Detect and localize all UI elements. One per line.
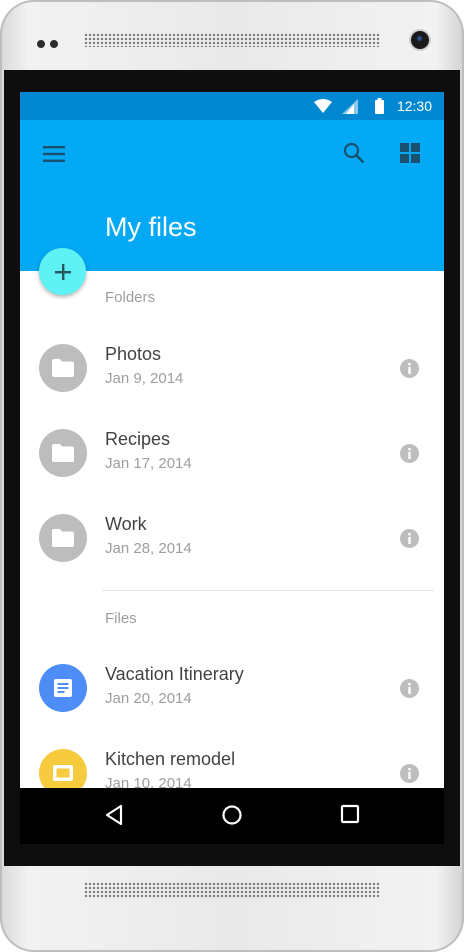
info-icon — [408, 768, 411, 779]
folder-name: Photos — [105, 344, 162, 364]
folder-icon — [52, 529, 74, 547]
info-icon — [408, 363, 411, 374]
front-camera — [411, 31, 429, 49]
folder-name: Recipes — [105, 429, 171, 449]
page-title: My files — [105, 212, 197, 242]
info-button[interactable] — [400, 679, 419, 698]
home-icon[interactable] — [221, 804, 243, 826]
section-divider — [102, 590, 434, 591]
menu-icon[interactable] — [42, 145, 66, 163]
file-avatar — [39, 749, 87, 788]
file-avatar — [39, 664, 87, 712]
info-icon — [408, 683, 411, 694]
sensor-dot — [50, 40, 58, 48]
slides-icon — [53, 765, 73, 781]
folder-date: Jan 17, 2014 — [105, 455, 192, 472]
folder-date: Jan 9, 2014 — [105, 370, 184, 387]
folder-icon — [52, 444, 74, 462]
document-icon — [54, 679, 72, 697]
plus-icon — [54, 263, 71, 280]
bottom-speaker — [84, 882, 380, 898]
wifi-icon — [314, 99, 332, 113]
folder-date: Jan 28, 2014 — [105, 540, 192, 557]
back-icon[interactable] — [104, 804, 124, 826]
folder-avatar — [39, 514, 87, 562]
info-button[interactable] — [400, 359, 419, 378]
file-row[interactable]: Vacation Itinerary Jan 20, 2014 — [20, 650, 444, 734]
folder-row[interactable]: Recipes Jan 17, 2014 — [20, 415, 444, 499]
recents-icon[interactable] — [340, 804, 360, 824]
folder-row[interactable]: Work Jan 28, 2014 — [20, 500, 444, 584]
status-time: 12:30 — [396, 98, 432, 114]
folder-icon — [52, 359, 74, 377]
file-row[interactable]: Kitchen remodel Jan 10, 2014 — [20, 735, 444, 788]
info-button[interactable] — [400, 764, 419, 783]
info-button[interactable] — [400, 529, 419, 548]
battery-icon — [375, 98, 384, 114]
file-name: Vacation Itinerary — [105, 664, 244, 684]
app-bar: My files — [20, 120, 444, 271]
file-date: Jan 20, 2014 — [105, 690, 192, 707]
sensor-dot — [37, 40, 45, 48]
folder-avatar — [39, 344, 87, 392]
navigation-bar — [20, 788, 444, 844]
status-bar: 12:30 — [20, 92, 444, 120]
info-button[interactable] — [400, 444, 419, 463]
grid-view-icon[interactable] — [399, 142, 421, 164]
folders-section-label: Folders — [105, 289, 156, 306]
folder-row[interactable]: Photos Jan 9, 2014 — [20, 330, 444, 414]
add-button[interactable] — [39, 248, 86, 295]
info-icon — [408, 448, 411, 459]
file-name: Kitchen remodel — [105, 749, 236, 769]
folder-avatar — [39, 429, 87, 477]
screen: 12:30 My files Folders Photos Jan 9, 201… — [20, 92, 444, 788]
file-date: Jan 10, 2014 — [105, 775, 192, 788]
search-icon[interactable] — [343, 142, 365, 164]
signal-icon — [342, 99, 358, 114]
info-icon — [408, 533, 411, 544]
earpiece-speaker — [84, 33, 380, 47]
folder-name: Work — [105, 514, 147, 534]
files-section-label: Files — [105, 610, 137, 627]
